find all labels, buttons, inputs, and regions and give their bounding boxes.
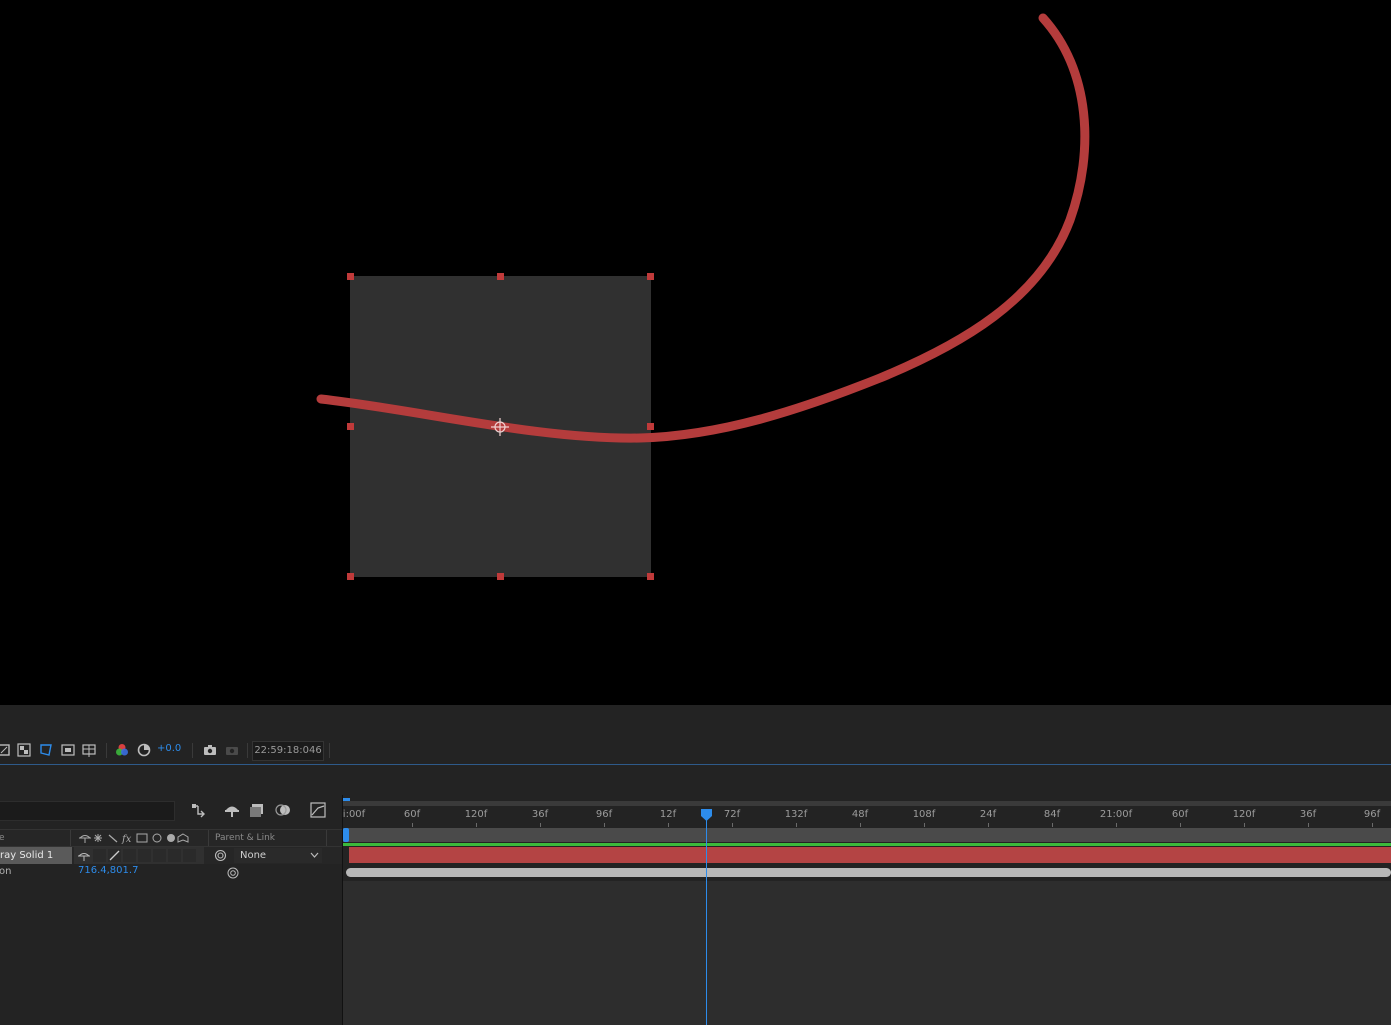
chevron-down-icon xyxy=(310,852,319,858)
current-time-indicator-head[interactable] xyxy=(701,809,712,821)
ruler-tick-label: 48f xyxy=(851,809,869,820)
ruler-tick-label: 96f xyxy=(1363,809,1381,820)
composition-flowchart-icon[interactable] xyxy=(189,800,209,820)
property-row[interactable]: on 716.4,801.7 xyxy=(0,864,342,881)
cache-indicator xyxy=(343,843,1391,846)
ruler-tick xyxy=(1308,823,1309,827)
ruler-tick-label: 120f xyxy=(464,809,488,820)
ruler-tick xyxy=(988,823,989,827)
grid-guides-icon[interactable] xyxy=(81,742,97,758)
3d-layer-switch[interactable] xyxy=(183,849,196,862)
toolbar-separator xyxy=(329,743,330,758)
show-snapshot-icon[interactable] xyxy=(224,742,240,758)
layer-row[interactable]: ray Solid 1 None xyxy=(0,847,342,864)
column-divider xyxy=(70,830,71,846)
effect-switch[interactable] xyxy=(123,849,136,862)
ruler-tick-label: 36f xyxy=(1299,809,1317,820)
ruler-tick xyxy=(1244,823,1245,827)
ruler-tick-label: 96f xyxy=(595,809,613,820)
frame-blending-icon[interactable] xyxy=(247,800,267,820)
toolbar-separator xyxy=(106,743,107,758)
property-pick-whip-icon[interactable] xyxy=(227,867,239,879)
column-label-parent-link: Parent & Link xyxy=(215,833,275,843)
ruler-tick xyxy=(860,823,861,827)
work-area-handle[interactable] xyxy=(343,828,349,842)
motion-blur-icon[interactable] xyxy=(274,800,294,820)
panel-header xyxy=(0,705,1391,738)
timeline-track-area[interactable] xyxy=(343,881,1391,1025)
ruler-tick-label: 120f xyxy=(1232,809,1256,820)
quality-switch-icon[interactable] xyxy=(108,849,121,862)
layer-switches xyxy=(74,847,204,864)
pick-whip-icon[interactable] xyxy=(214,849,227,862)
current-time-indicator-line[interactable] xyxy=(706,809,707,1025)
toolbar-separator xyxy=(247,743,248,758)
reset-exposure-icon[interactable] xyxy=(136,742,152,758)
current-time-field[interactable]: 22:59:18:046 xyxy=(252,741,324,761)
ruler-tick xyxy=(924,823,925,827)
ruler-tick-label: 108f xyxy=(912,809,936,820)
adjustment-switch[interactable] xyxy=(168,849,181,862)
time-ruler[interactable]: i:00f 60f 120f 36f 96f 12f 72f 132f 48f 108f 24f 8… xyxy=(343,801,1391,827)
ruler-tick-label: 72f xyxy=(723,809,741,820)
color-channels-icon[interactable] xyxy=(114,742,130,758)
ruler-tick xyxy=(1372,823,1373,827)
mask-visibility-icon[interactable] xyxy=(38,742,54,758)
viewer-toolbar: +0.0 22:59:18:046 xyxy=(0,738,1391,765)
collapse-switch[interactable] xyxy=(93,849,106,862)
ruler-tick-label: 24f xyxy=(979,809,997,820)
time-navigator[interactable] xyxy=(343,801,1391,806)
property-value[interactable]: 716.4,801.7 xyxy=(78,865,138,876)
switches-header-icons[interactable]: fx xyxy=(78,832,198,844)
column-label-name: e xyxy=(0,833,5,843)
column-divider xyxy=(208,830,209,846)
parent-value: None xyxy=(240,850,267,861)
graph-editor-icon[interactable] xyxy=(308,800,328,820)
exposure-value[interactable]: +0.0 xyxy=(157,743,181,754)
property-name: on xyxy=(0,866,12,877)
ruler-tick xyxy=(1116,823,1117,827)
ruler-tick-label: 36f xyxy=(531,809,549,820)
ruler-tick-label: 60f xyxy=(403,809,421,820)
shy-layers-icon[interactable] xyxy=(222,800,242,820)
ruler-start-label: i:00f xyxy=(342,809,366,820)
motion-blur-switch[interactable] xyxy=(153,849,166,862)
region-of-interest-icon[interactable] xyxy=(0,742,12,758)
ruler-tick xyxy=(732,823,733,827)
svg-text:fx: fx xyxy=(121,834,132,844)
property-track-bar[interactable] xyxy=(346,868,1391,877)
ruler-tick xyxy=(412,823,413,827)
layer-duration-bar[interactable] xyxy=(349,847,1391,863)
snapshot-icon[interactable] xyxy=(202,742,218,758)
ruler-tick-label: 60f xyxy=(1171,809,1189,820)
ruler-tick xyxy=(476,823,477,827)
ruler-tick-label: 21:00f xyxy=(1099,809,1133,820)
composition-viewer[interactable] xyxy=(0,0,1391,705)
timeline-panel: e fx Parent & Link ray Solid 1 None on 7… xyxy=(0,765,1391,1025)
ruler-tick-label: 84f xyxy=(1043,809,1061,820)
ruler-tick xyxy=(604,823,605,827)
column-divider xyxy=(326,830,327,846)
ruler-tick-label: 12f xyxy=(659,809,677,820)
composition-canvas[interactable] xyxy=(0,0,1391,705)
frame-blend-switch[interactable] xyxy=(138,849,151,862)
ruler-tick xyxy=(796,823,797,827)
toolbar-separator xyxy=(192,743,193,758)
transparency-grid-icon[interactable] xyxy=(16,742,32,758)
layer-search-input[interactable] xyxy=(0,801,175,821)
ruler-tick xyxy=(1180,823,1181,827)
column-header: e fx Parent & Link xyxy=(0,829,342,847)
layer-name[interactable]: ray Solid 1 xyxy=(0,847,72,864)
parent-dropdown[interactable]: None xyxy=(234,848,322,863)
layer-outline-panel: e fx Parent & Link ray Solid 1 None on 7… xyxy=(0,765,342,1025)
ruler-tick xyxy=(540,823,541,827)
ruler-tick xyxy=(668,823,669,827)
ruler-tick xyxy=(1052,823,1053,827)
safe-zones-icon[interactable] xyxy=(60,742,76,758)
ruler-tick-label: 132f xyxy=(784,809,808,820)
shy-switch-icon[interactable] xyxy=(78,850,90,861)
work-area-bar[interactable] xyxy=(343,828,1391,842)
